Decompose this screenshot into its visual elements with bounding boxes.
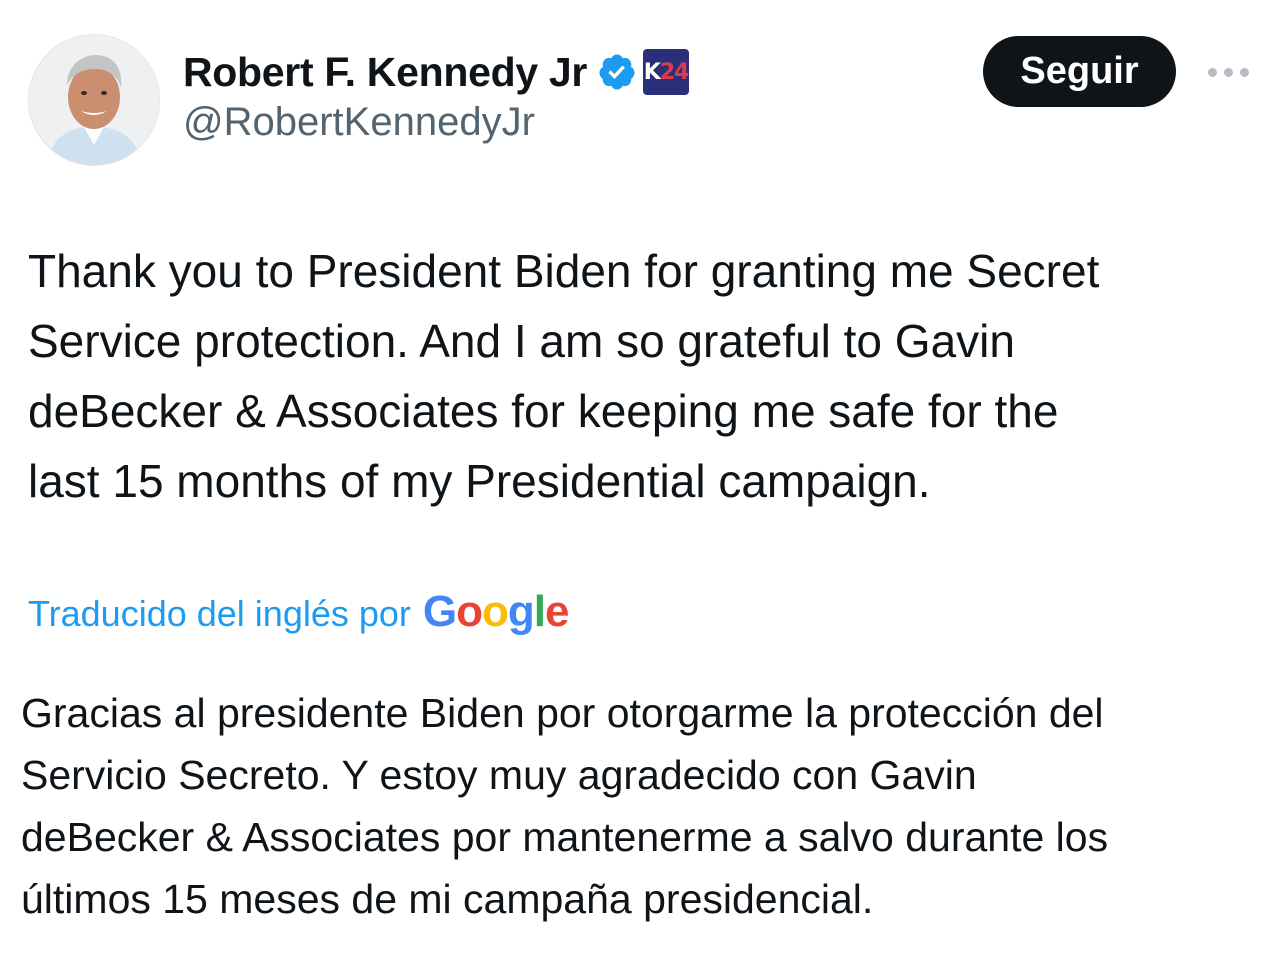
author-name-row: Robert F. Kennedy Jr K24 <box>183 46 690 98</box>
translation-attribution: Traducido del inglés por Google <box>28 586 570 642</box>
author-handle[interactable]: @RobertKennedyJr <box>183 100 535 145</box>
translated-by-link[interactable]: Traducido del inglés por <box>28 593 411 635</box>
author-display-name[interactable]: Robert F. Kennedy Jr <box>183 49 587 96</box>
more-options-icon[interactable] <box>1200 52 1256 92</box>
affiliate-badge-label: K24 <box>643 59 689 85</box>
verified-badge-icon[interactable] <box>597 52 637 92</box>
avatar[interactable] <box>28 34 160 166</box>
tweet-text: Thank you to President Biden for grantin… <box>28 245 1100 507</box>
avatar-photo <box>29 35 159 165</box>
follow-button[interactable]: Seguir <box>983 36 1176 107</box>
tweet-page: Robert F. Kennedy Jr K24 @RobertKennedyJ… <box>0 0 1280 975</box>
google-logo: Google <box>422 587 570 636</box>
translated-tweet-text: Gracias al presidente Biden por otorgarm… <box>21 690 1109 922</box>
affiliate-badge[interactable]: K24 <box>643 49 690 95</box>
